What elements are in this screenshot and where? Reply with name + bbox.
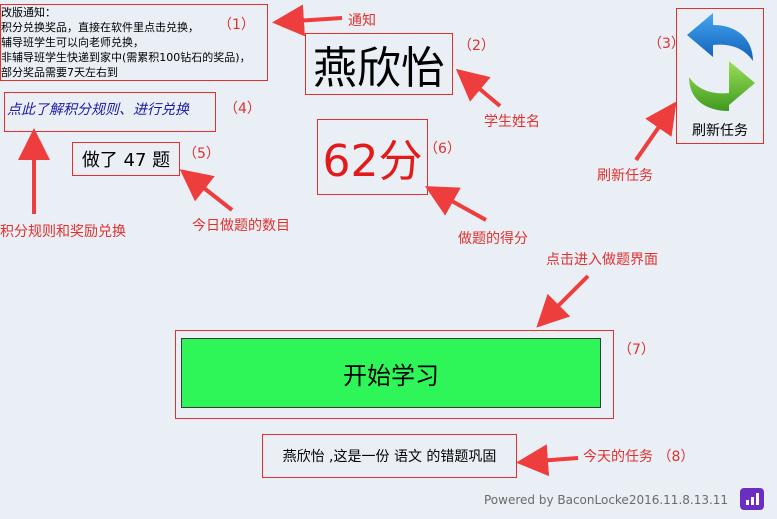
annotation-number-7: （7） xyxy=(618,342,655,358)
annotation-student-name: 学生姓名 xyxy=(484,114,540,130)
annotation-score: 做题的得分 xyxy=(458,231,528,247)
footer-credit: Powered by BaconLocke2016.11.8.13.11 xyxy=(484,493,729,507)
arrow-student-name xyxy=(455,68,502,108)
score-display: 62分 xyxy=(317,119,428,195)
refresh-task-label: 刷新任务 xyxy=(692,123,748,139)
annotation-count: 今日做题的数目 xyxy=(192,218,290,234)
arrow-refresh xyxy=(634,101,677,162)
today-task: 燕欣怡 ,这是一份 语文 的错题巩固 xyxy=(262,434,517,478)
annotation-number-4: （4） xyxy=(224,101,261,117)
arrow-score xyxy=(425,186,487,222)
notice-line: 辅导班学生可以向老师兑换， xyxy=(1,36,144,49)
refresh-arrows-icon xyxy=(687,13,755,111)
notice-line: 部分奖品需要7天左右到 xyxy=(1,66,118,79)
start-study-button[interactable]: 开始学习 xyxy=(181,338,601,408)
annotation-task: 今天的任务 （8） xyxy=(583,449,695,465)
annotation-number-3: （3） xyxy=(648,36,685,52)
arrow-enter xyxy=(536,274,590,328)
annotation-number-1: （1） xyxy=(218,17,255,33)
arrow-notice xyxy=(272,4,343,37)
arrow-task xyxy=(516,444,579,477)
refresh-task-button[interactable]: 刷新任务 xyxy=(676,8,764,144)
annotation-number-2: （2） xyxy=(458,38,495,54)
annotation-number-6: （6） xyxy=(424,141,461,157)
annotation-enter: 点击进入做题界面 xyxy=(546,252,658,268)
annotation-rules: 积分规则和奖励兑换 xyxy=(0,224,126,240)
arrow-count xyxy=(179,169,234,212)
rules-exchange-link[interactable]: 点此了解积分规则、进行兑换 xyxy=(4,92,216,132)
question-count: 做了 47 题 xyxy=(72,142,180,176)
annotation-number-5: （5） xyxy=(183,146,220,162)
student-name: 燕欣怡 xyxy=(305,33,453,95)
annotation-refresh: 刷新任务 xyxy=(597,168,653,184)
signal-bars-icon[interactable] xyxy=(740,488,764,510)
annotation-notice: 通知 xyxy=(348,13,376,29)
notice-line: 非辅导班学生快递到家中(需累积100钻石的奖品)， xyxy=(1,51,251,64)
